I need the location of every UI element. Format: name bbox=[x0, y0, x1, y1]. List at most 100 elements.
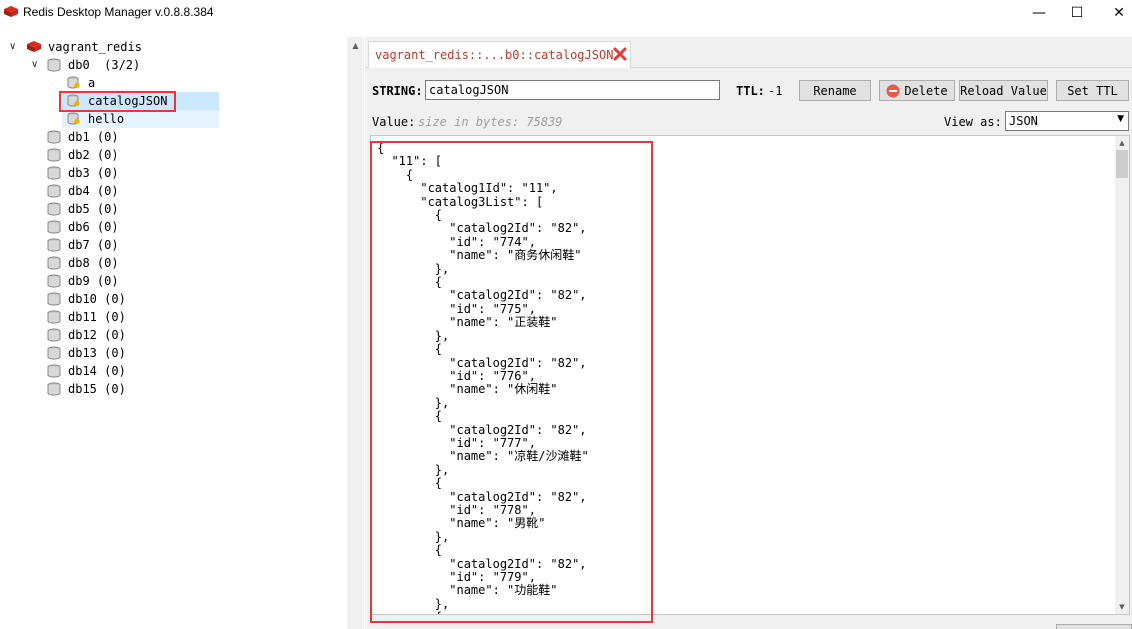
database-icon bbox=[47, 148, 61, 162]
db-label: db8 (0) bbox=[68, 256, 119, 270]
value-label: Value: bbox=[372, 115, 416, 129]
json-line: }, bbox=[377, 395, 450, 410]
json-line: { bbox=[377, 610, 589, 614]
set-ttl-button[interactable]: Set TTL bbox=[1056, 80, 1129, 101]
json-line: { bbox=[377, 342, 443, 357]
tree-db-item[interactable]: db15 (0) bbox=[46, 380, 126, 398]
ttl-value: -1 bbox=[768, 84, 783, 98]
db-label: db15 (0) bbox=[68, 382, 126, 396]
key-name-field[interactable]: catalogJSON bbox=[425, 80, 720, 100]
db-label: db10 (0) bbox=[68, 292, 126, 306]
db-label: db7 (0) bbox=[68, 238, 119, 252]
view-as-select[interactable]: JSON ▼ bbox=[1005, 111, 1129, 131]
json-line: "catalog2Id": "82", bbox=[377, 221, 587, 236]
json-line: }, bbox=[377, 529, 450, 544]
key-icon bbox=[67, 94, 80, 107]
tree-scroll-up-arrow[interactable]: ▲ bbox=[347, 37, 364, 54]
db-label: db12 (0) bbox=[68, 328, 126, 342]
json-line: }, bbox=[377, 261, 450, 276]
tree-key-catalogjson[interactable]: catalogJSON bbox=[62, 92, 219, 110]
editor-scroll-thumb[interactable] bbox=[1116, 150, 1128, 178]
value-editor[interactable]: { "11": [ { "catalog1Id": "11", "catalog… bbox=[370, 135, 1130, 615]
tree-db-item[interactable]: db2 (0) bbox=[46, 146, 119, 164]
json-line: "catalog2Id": "82", bbox=[377, 556, 587, 571]
database-icon bbox=[47, 166, 61, 180]
json-line: }, bbox=[377, 328, 450, 343]
tree-db-item[interactable]: db13 (0) bbox=[46, 344, 126, 362]
redis-logo-icon bbox=[4, 6, 18, 17]
json-line: "catalog2Id": "82", bbox=[377, 489, 587, 504]
delete-icon bbox=[886, 84, 900, 97]
db-label: db5 (0) bbox=[68, 202, 119, 216]
view-as-label: View as: bbox=[944, 115, 1002, 129]
tree-key-a[interactable]: a bbox=[66, 74, 95, 92]
tree-connection-vagrant-redis[interactable]: vagrant_redis bbox=[26, 38, 142, 56]
database-icon bbox=[47, 364, 61, 378]
scroll-up-arrow[interactable]: ▲ bbox=[1115, 136, 1129, 149]
key-label: catalogJSON bbox=[88, 94, 168, 108]
database-icon bbox=[47, 184, 61, 198]
close-tab-icon[interactable] bbox=[613, 47, 627, 61]
scroll-down-arrow[interactable]: ▼ bbox=[1115, 600, 1129, 613]
tree-db-item[interactable]: db12 (0) bbox=[46, 326, 126, 344]
database-icon bbox=[47, 202, 61, 216]
reload-value-button[interactable]: Reload Value bbox=[959, 80, 1048, 101]
database-icon bbox=[47, 130, 61, 144]
tree-key-hello[interactable]: hello bbox=[62, 110, 219, 128]
tree-db-item[interactable]: db1 (0) bbox=[46, 128, 119, 146]
db0-label: db0 (3/2) bbox=[68, 58, 141, 72]
db-label: db9 (0) bbox=[68, 274, 119, 288]
tree-db-item[interactable]: db14 (0) bbox=[46, 362, 126, 380]
json-line: { bbox=[377, 167, 414, 182]
tree-db-item[interactable]: db10 (0) bbox=[46, 290, 126, 308]
db-label: db1 (0) bbox=[68, 130, 119, 144]
bottom-button[interactable] bbox=[1056, 624, 1132, 629]
db-label: db14 (0) bbox=[68, 364, 126, 378]
chevron-down-icon: ▼ bbox=[1117, 114, 1124, 124]
redis-server-icon bbox=[27, 41, 41, 52]
tree-db-item[interactable]: db6 (0) bbox=[46, 218, 119, 236]
db-label: db13 (0) bbox=[68, 346, 126, 360]
tree-db-item[interactable]: db7 (0) bbox=[46, 236, 119, 254]
tree-db-item[interactable]: db9 (0) bbox=[46, 272, 119, 290]
title-bar: Redis Desktop Manager v.0.8.8.384 — ☐ ✕ bbox=[0, 0, 1132, 26]
tree-db-item[interactable]: db3 (0) bbox=[46, 164, 119, 182]
tree-db-item[interactable]: db4 (0) bbox=[46, 182, 119, 200]
maximize-button[interactable]: ☐ bbox=[1054, 0, 1100, 26]
json-line: "catalog2Id": "82", bbox=[377, 422, 587, 437]
tree-db-item[interactable]: db11 (0) bbox=[46, 308, 126, 326]
tab-catalogjson[interactable]: vagrant_redis::...b0::catalogJSON bbox=[368, 41, 631, 68]
expand-arrow-icon[interactable]: ∨ bbox=[31, 59, 38, 70]
key-icon bbox=[67, 112, 80, 125]
database-icon bbox=[47, 256, 61, 270]
key-icon bbox=[67, 76, 80, 89]
db-label: db6 (0) bbox=[68, 220, 119, 234]
rename-button[interactable]: Rename bbox=[799, 80, 871, 101]
json-line: }, bbox=[377, 462, 450, 477]
close-window-button[interactable]: ✕ bbox=[1096, 0, 1132, 26]
tree-db-item[interactable]: db5 (0) bbox=[46, 200, 119, 218]
value-size-text: size in bytes: 75839 bbox=[418, 115, 563, 129]
tree-db-item[interactable]: db8 (0) bbox=[46, 254, 119, 272]
expand-arrow-icon[interactable]: ∨ bbox=[9, 41, 16, 52]
db-label: db4 (0) bbox=[68, 184, 119, 198]
json-line: "11": [ bbox=[377, 154, 443, 169]
editor-scrollbar[interactable] bbox=[1115, 136, 1129, 614]
json-line: { bbox=[377, 476, 443, 491]
json-line: "name": "凉鞋/沙滩鞋" bbox=[377, 449, 589, 464]
json-line: { bbox=[377, 275, 443, 290]
database-icon bbox=[47, 328, 61, 342]
tree-scrollbar[interactable] bbox=[347, 37, 364, 629]
json-line: "name": "商务休闲鞋" bbox=[377, 248, 582, 263]
json-value-text: { "11": [ { "catalog1Id": "11", "catalog… bbox=[377, 141, 589, 614]
json-line: }, bbox=[377, 596, 450, 611]
db-label: db11 (0) bbox=[68, 310, 126, 324]
db-label: db2 (0) bbox=[68, 148, 119, 162]
json-line: { bbox=[377, 409, 443, 424]
tree-db0[interactable]: db0 (3/2) bbox=[46, 56, 140, 74]
database-icon bbox=[47, 238, 61, 252]
tab-label: vagrant_redis::...b0::catalogJSON bbox=[375, 48, 614, 62]
database-icon bbox=[47, 58, 61, 72]
db-label: db3 (0) bbox=[68, 166, 119, 180]
delete-button[interactable]: Delete bbox=[879, 80, 955, 101]
